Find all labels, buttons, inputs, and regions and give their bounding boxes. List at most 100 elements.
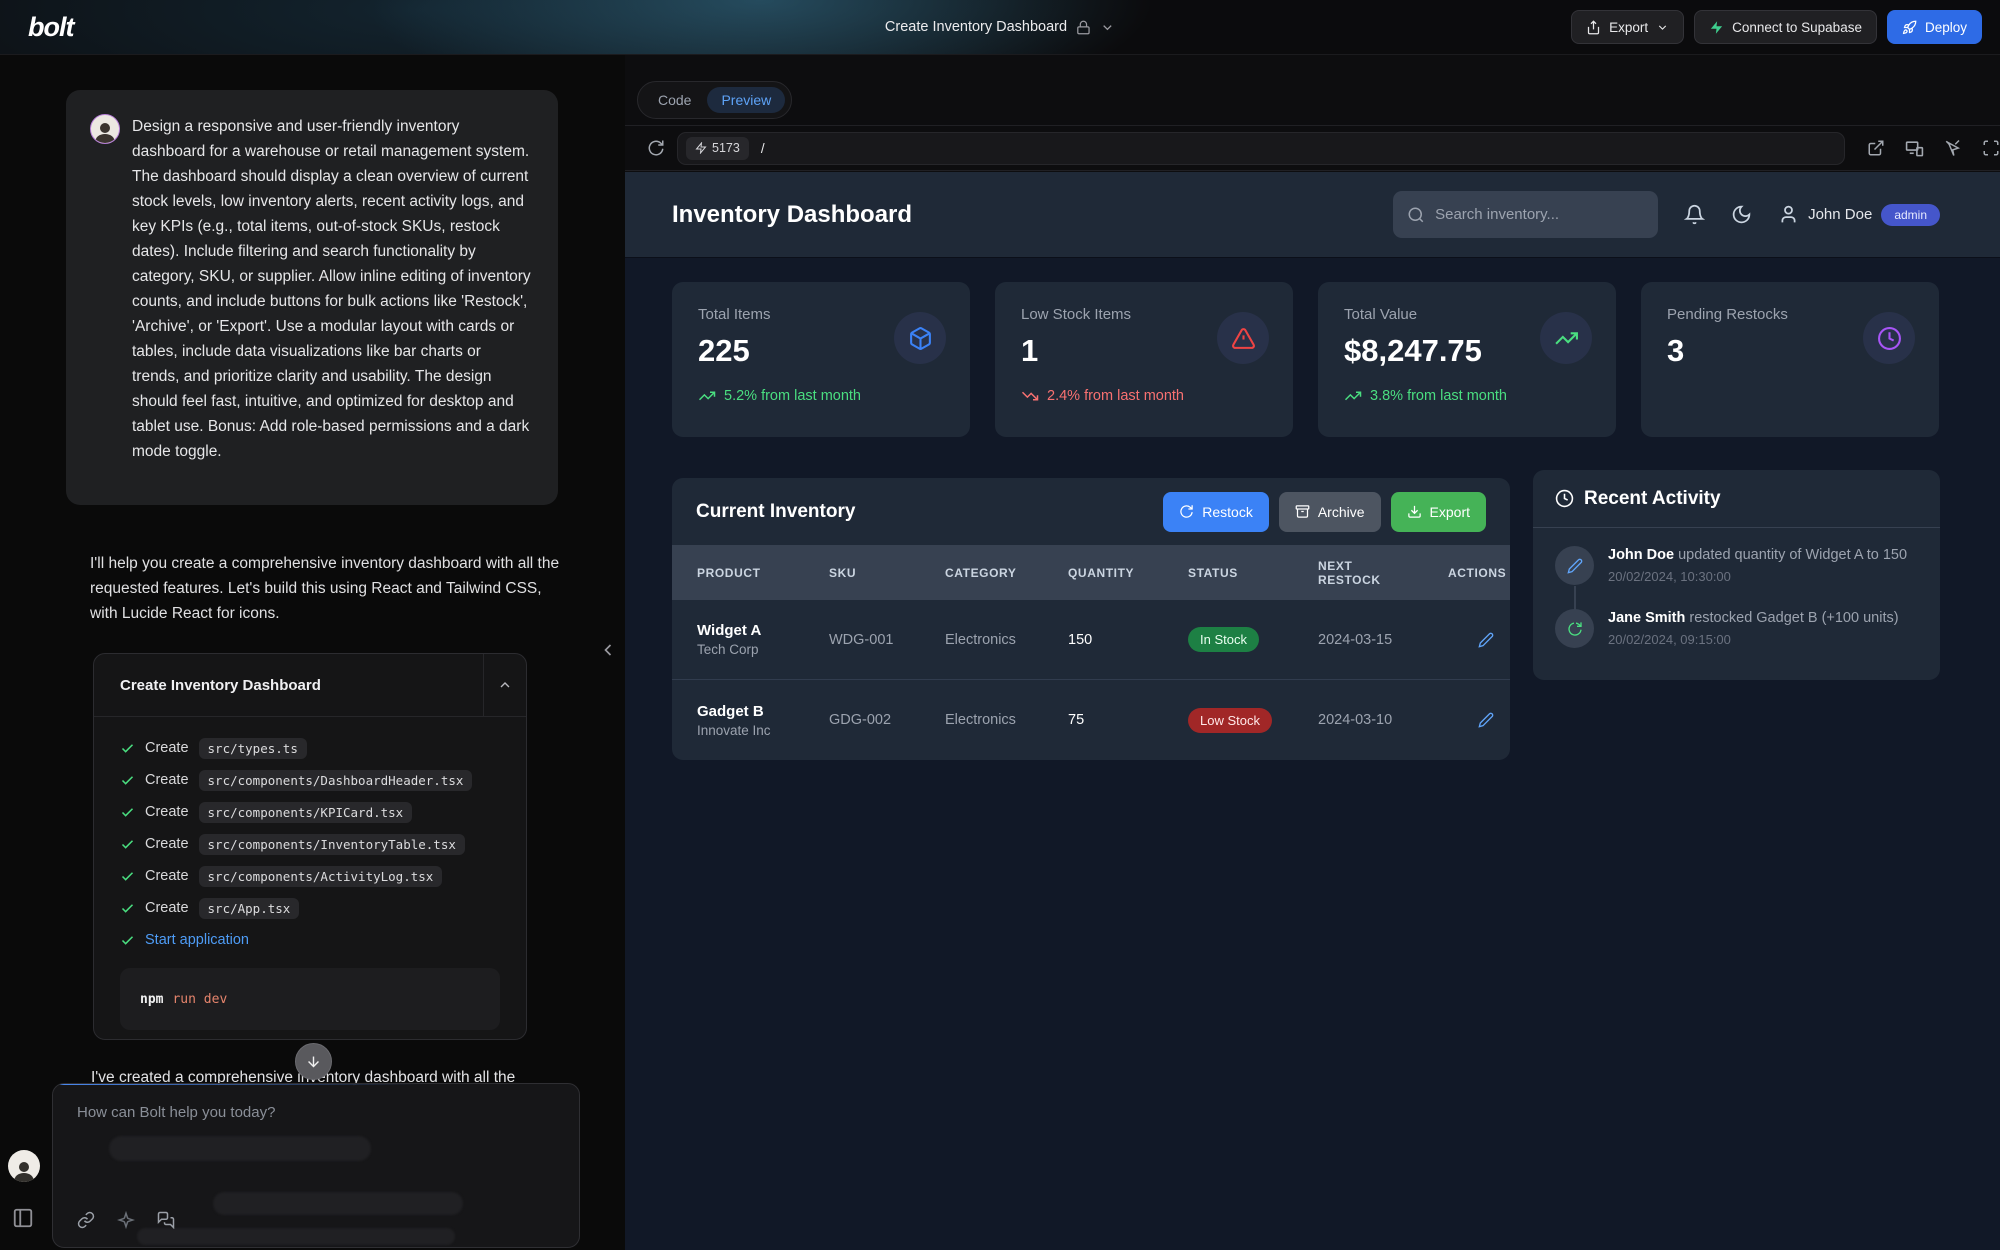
restock-button[interactable]: Restock	[1163, 492, 1269, 532]
trending-up-icon	[1344, 387, 1362, 405]
archive-label: Archive	[1318, 504, 1365, 520]
bolt-logo[interactable]: bolt	[28, 12, 73, 43]
artifact-step: Create src/App.tsx	[120, 892, 500, 924]
kpi-trend-text: 3.8% from last month	[1370, 388, 1507, 404]
port-badge: 5173	[686, 137, 749, 160]
export-table-button[interactable]: Export	[1391, 492, 1486, 532]
devices-icon[interactable]	[1905, 139, 1924, 158]
check-icon	[120, 805, 135, 820]
activity-list: John Doe updated quantity of Widget A to…	[1533, 528, 1940, 648]
product-supplier: Innovate Inc	[697, 723, 829, 738]
blurred-suggestion	[213, 1192, 463, 1215]
artifact-step: Create src/types.ts	[120, 732, 500, 764]
panel-left-icon[interactable]	[12, 1207, 34, 1229]
cell-quantity[interactable]: 75	[1068, 712, 1188, 728]
artifact-title: Create Inventory Dashboard	[94, 677, 483, 694]
trending-up-icon	[1540, 312, 1592, 364]
assistant-intro: I'll help you create a comprehensive inv…	[90, 551, 562, 626]
lock-icon[interactable]	[1076, 20, 1091, 35]
user-name: John Doe	[1808, 206, 1872, 223]
chevron-up-icon[interactable]	[483, 654, 526, 717]
kpi-trend: 3.8% from last month	[1344, 387, 1590, 405]
browser-actions	[1867, 139, 2000, 158]
kpi-card-total-items: Total Items 225 5.2% from last month	[672, 282, 970, 437]
chevron-left-icon[interactable]	[598, 640, 618, 660]
col-category: Category	[945, 566, 1068, 580]
activity-action: restocked Gadget B (+100 units)	[1689, 610, 1898, 626]
scroll-down-button[interactable]	[295, 1043, 332, 1080]
bell-icon[interactable]	[1684, 204, 1705, 225]
pencil-icon	[1555, 546, 1594, 585]
pencil-icon[interactable]	[1478, 632, 1510, 648]
inventory-header: Current Inventory Restock Archive Export	[672, 478, 1510, 545]
start-application-link[interactable]: Start application	[145, 932, 249, 948]
col-next-restock: Next Restock	[1318, 559, 1388, 587]
fullscreen-icon[interactable]	[1982, 139, 2000, 158]
col-sku: SKU	[829, 566, 945, 580]
section-title: Recent Activity	[1584, 488, 1721, 510]
chat-icon[interactable]	[157, 1211, 175, 1229]
topbar: bolt Create Inventory Dashboard Export C…	[0, 0, 2000, 55]
connect-supabase-button[interactable]: Connect to Supabase	[1694, 10, 1877, 44]
command-args: run dev	[172, 992, 227, 1007]
deploy-button[interactable]: Deploy	[1887, 10, 1982, 44]
kpi-trend-text: 5.2% from last month	[724, 388, 861, 404]
reload-icon[interactable]	[647, 139, 665, 157]
kpi-trend: 5.2% from last month	[698, 387, 944, 405]
url-bar[interactable]: 5173 /	[677, 132, 1845, 165]
refresh-cw-icon	[1179, 504, 1194, 519]
blurred-suggestion	[109, 1136, 371, 1161]
col-quantity: Quantity	[1068, 566, 1188, 580]
tab-preview[interactable]: Preview	[707, 87, 785, 113]
inventory-app: Inventory Dashboard	[625, 172, 2000, 1250]
activity-timestamp: 20/02/2024, 10:30:00	[1608, 569, 1907, 584]
account-avatar[interactable]	[8, 1150, 40, 1182]
port-number: 5173	[712, 141, 740, 155]
browser-bar: 5173 /	[625, 126, 2000, 170]
file-chip[interactable]: src/components/ActivityLog.tsx	[199, 866, 443, 887]
link-icon[interactable]	[77, 1211, 95, 1229]
chat-input-toolbar	[77, 1211, 175, 1229]
activity-action: updated quantity of Widget A to 150	[1678, 547, 1907, 563]
activity-actor: John Doe	[1608, 547, 1674, 563]
cell-quantity[interactable]: 150	[1068, 632, 1188, 648]
activity-actor: Jane Smith	[1608, 610, 1685, 626]
sparkles-icon[interactable]	[117, 1211, 135, 1229]
download-icon	[1407, 504, 1422, 519]
chevron-down-icon[interactable]	[1100, 20, 1115, 35]
external-link-icon[interactable]	[1867, 139, 1885, 158]
artifact-card: Create Inventory Dashboard Create src/ty…	[93, 653, 527, 1040]
arrow-down-icon	[305, 1053, 322, 1070]
current-inventory-section: Current Inventory Restock Archive Export…	[672, 478, 1510, 760]
moon-icon[interactable]	[1731, 204, 1752, 225]
step-verb: Create	[145, 836, 189, 852]
archive-button[interactable]: Archive	[1279, 492, 1381, 532]
file-chip[interactable]: src/types.ts	[199, 738, 307, 759]
cell-category: Electronics	[945, 632, 1068, 648]
file-chip[interactable]: src/components/DashboardHeader.tsx	[199, 770, 473, 791]
activity-item: Jane Smith restocked Gadget B (+100 unit…	[1555, 609, 1918, 648]
search-input[interactable]	[1435, 206, 1644, 223]
view-tabs: Code Preview	[637, 81, 792, 119]
export-button[interactable]: Export	[1571, 10, 1684, 44]
inspector-cursor-icon[interactable]	[1944, 139, 1962, 158]
project-title: Create Inventory Dashboard	[885, 19, 1067, 35]
trending-down-icon	[1021, 387, 1039, 405]
col-status: Status	[1188, 566, 1318, 580]
file-chip[interactable]: src/App.tsx	[199, 898, 300, 919]
clock-icon	[1863, 312, 1915, 364]
check-icon	[120, 837, 135, 852]
product-name: Widget A	[697, 622, 829, 639]
file-chip[interactable]: src/components/InventoryTable.tsx	[199, 834, 465, 855]
col-product: Product	[697, 566, 829, 580]
user-menu[interactable]: John Doe admin	[1778, 204, 1940, 226]
check-icon	[120, 933, 135, 948]
step-verb: Create	[145, 804, 189, 820]
timeline-connector	[1574, 586, 1576, 628]
pencil-icon[interactable]	[1478, 712, 1510, 728]
file-chip[interactable]: src/components/KPICard.tsx	[199, 802, 413, 823]
tab-code[interactable]: Code	[644, 87, 705, 113]
port-zap-icon	[695, 142, 707, 154]
search-box	[1393, 191, 1658, 238]
export-label: Export	[1609, 20, 1648, 35]
